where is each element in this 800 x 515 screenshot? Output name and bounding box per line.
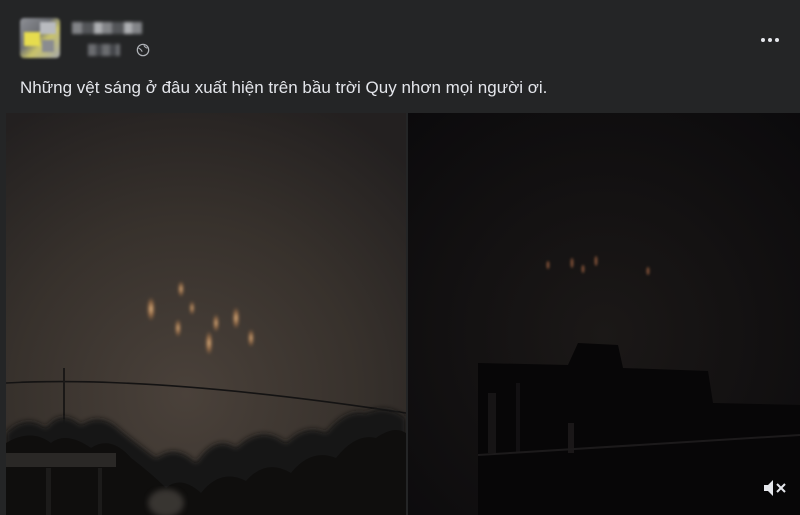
photo-left[interactable] [6, 113, 406, 515]
more-horizontal-icon [761, 38, 765, 42]
mute-button[interactable] [760, 474, 790, 502]
photo-right[interactable] [408, 113, 800, 515]
avatar[interactable] [20, 18, 60, 58]
more-options-button[interactable] [752, 26, 788, 54]
post-timestamp[interactable] [88, 44, 120, 56]
globe-icon [136, 43, 150, 57]
post-text: Những vệt sáng ở đâu xuất hiện trên bầu … [20, 78, 548, 97]
speaker-muted-icon [764, 480, 786, 496]
post-header [0, 0, 800, 70]
author-name[interactable] [72, 22, 142, 34]
